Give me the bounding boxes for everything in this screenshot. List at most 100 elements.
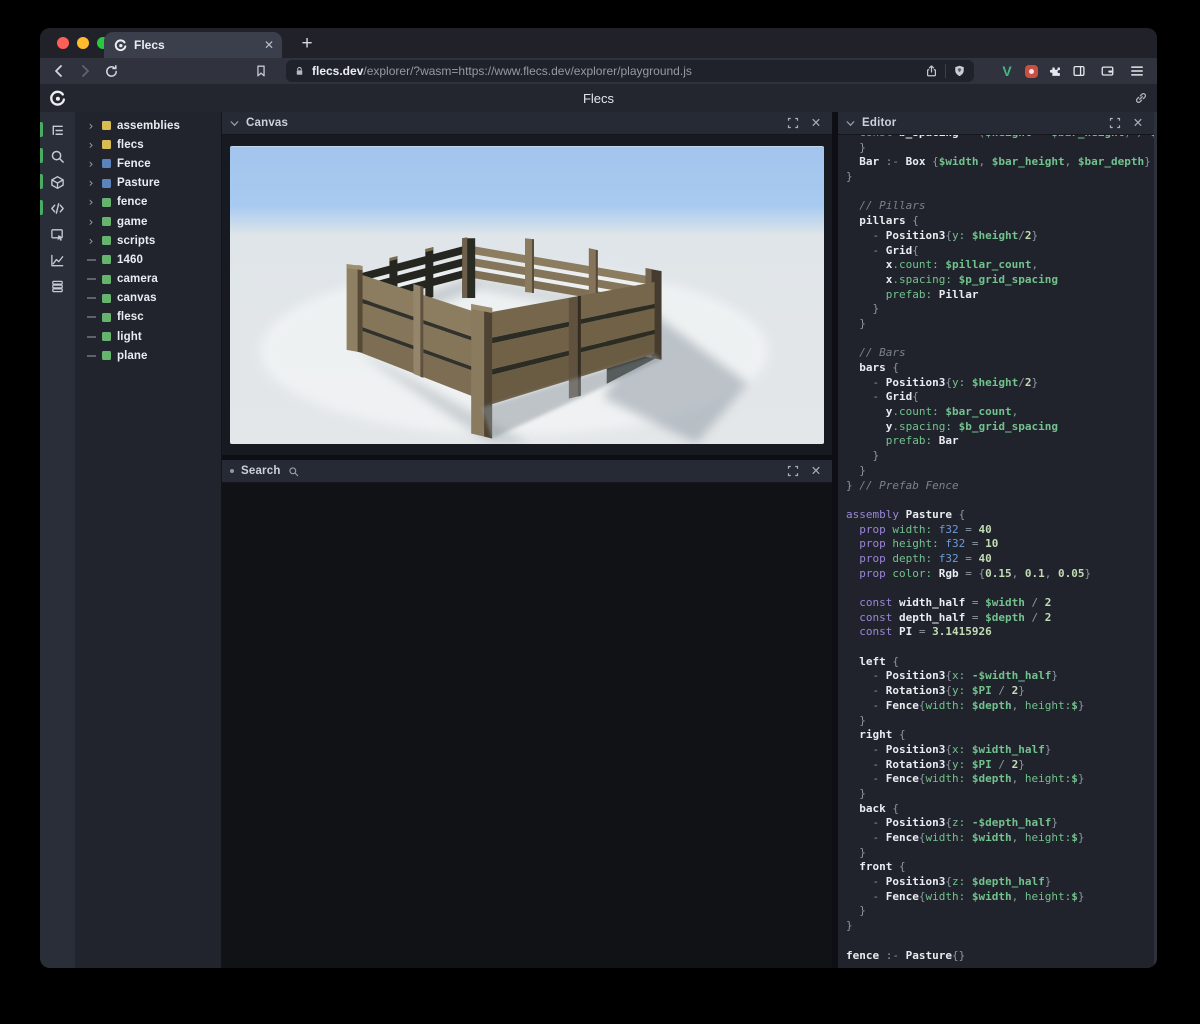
url-text: flecs.dev/explorer/?wasm=https://www.fle… [312,64,918,78]
editor-body[interactable]: const b_spacing = ($height - $bar_height… [838,135,1154,968]
code-line: } [846,713,866,727]
brave-shield-icon[interactable] [953,64,966,78]
tree-item-canvas[interactable]: canvas [75,289,221,308]
code-line: } [846,904,866,918]
tree-item-light[interactable]: light [75,327,221,346]
chevron-down-icon[interactable] [846,120,855,127]
entity-color-square [102,178,111,188]
extensions-puzzle-icon[interactable] [1043,60,1067,82]
code-line: - Rotation3{y: $PI / 2} [846,684,1025,698]
panel-title: Canvas [246,117,289,129]
expand-chevron-icon[interactable]: › [86,120,96,132]
code-line: prop height: f32 = 10 [859,537,999,551]
expand-icon[interactable] [785,463,801,479]
code-line: - Position3{z: $depth_half} [846,875,1052,889]
tree-item-scripts[interactable]: › scripts [75,231,221,250]
code-line: - Position3{y: $height/2} [846,228,1039,242]
entity-color-square [102,293,111,303]
tree-item-assemblies[interactable]: › assemblies [75,116,221,135]
expand-chevron-icon[interactable]: › [86,196,96,208]
close-icon[interactable]: ✕ [1130,115,1146,131]
close-icon[interactable]: ✕ [808,463,824,479]
chevron-down-icon[interactable] [230,120,239,127]
url-bar[interactable]: flecs.dev/explorer/?wasm=https://www.fle… [286,60,974,82]
tree-item-label: light [117,330,142,343]
tree-item-camera[interactable]: camera [75,270,221,289]
vue-devtools-icon[interactable]: V [995,60,1019,82]
tree-item-Pasture[interactable]: › Pasture [75,174,221,193]
forward-button[interactable] [72,60,98,82]
entity-color-square [102,217,111,227]
editor-panel-header[interactable]: Editor ✕ [838,112,1154,135]
code-line: prop color: Rgb = {0.15, 0.1, 0.05} [859,566,1092,580]
canvas-panel-header[interactable]: Canvas ✕ [222,112,832,135]
code-line: Bar :- Box {$width, $bar_height, $bar_de… [859,155,1151,169]
search-panel-icon[interactable] [40,143,75,169]
editor-panel-icon[interactable] [40,195,75,221]
traffic-minimize-button[interactable] [77,37,89,49]
code-line: } [846,463,866,477]
close-icon[interactable]: ✕ [808,115,824,131]
sidebar-panel-icon[interactable] [1067,60,1091,82]
entity-color-square [102,351,111,361]
code-line: } [846,919,853,933]
entity-color-square [102,197,111,207]
code-line: - Fence{width: $depth, height:$} [846,698,1085,712]
tree-panel-icon[interactable] [40,117,75,143]
leaf-dash-icon [86,316,96,319]
resources-panel-icon[interactable] [40,273,75,299]
panel-title: Search [241,465,281,477]
tree-item-flesc[interactable]: flesc [75,308,221,327]
tree-item-label: canvas [117,292,157,305]
search-panel-header[interactable]: Search ✕ [222,460,832,483]
tree-item-game[interactable]: › game [75,212,221,231]
expand-chevron-icon[interactable]: › [86,177,96,189]
3d-viewport[interactable] [230,146,824,444]
code-line: // Pillars [846,199,926,213]
code-line: } [846,449,880,463]
share-icon[interactable] [925,64,938,78]
bookmark-icon[interactable] [248,60,274,82]
extension-badge-icon[interactable] [1019,60,1043,82]
code-line: right { [859,728,906,742]
tab-close-icon[interactable]: ✕ [264,39,274,51]
tree-item-plane[interactable]: plane [75,346,221,365]
link-icon[interactable] [1134,91,1148,105]
expand-chevron-icon[interactable]: › [86,158,96,170]
entity-color-square [102,312,111,322]
expand-chevron-icon[interactable]: › [86,139,96,151]
scene-panel-icon[interactable] [40,169,75,195]
reload-button[interactable] [98,60,124,82]
traffic-close-button[interactable] [57,37,69,49]
code-line: - Fence{width: $width, height:$} [846,889,1085,903]
tree-item-label: plane [117,349,148,362]
code-line: // Bars [846,346,906,360]
code-line: - Fence{width: $depth, height:$} [846,772,1085,786]
expand-icon[interactable] [1107,115,1123,131]
expand-chevron-icon[interactable]: › [86,216,96,228]
back-button[interactable] [46,60,72,82]
tree-item-flecs[interactable]: › flecs [75,135,221,154]
tree-item-Fence[interactable]: › Fence [75,154,221,173]
tree-item-fence[interactable]: › fence [75,193,221,212]
leaf-dash-icon [86,278,96,281]
stats-panel-icon[interactable] [40,247,75,273]
expand-icon[interactable] [785,115,801,131]
editor-code[interactable]: const b_spacing = ($height - $bar_height… [846,135,1154,963]
tree-item-1460[interactable]: 1460 [75,250,221,269]
new-tab-button[interactable]: + [294,31,320,57]
inspector-panel-icon[interactable] [40,221,75,247]
menu-icon[interactable] [1125,60,1149,82]
fence-scene [230,146,824,444]
flecs-logo [49,90,66,107]
code-line: left { [859,654,899,668]
expand-chevron-icon[interactable]: › [86,235,96,247]
url-path: /explorer/?wasm=https://www.flecs.dev/ex… [363,64,692,78]
tree-item-label: fence [117,196,148,209]
wallet-icon[interactable] [1095,60,1119,82]
browser-tab[interactable]: Flecs ✕ [104,32,282,58]
